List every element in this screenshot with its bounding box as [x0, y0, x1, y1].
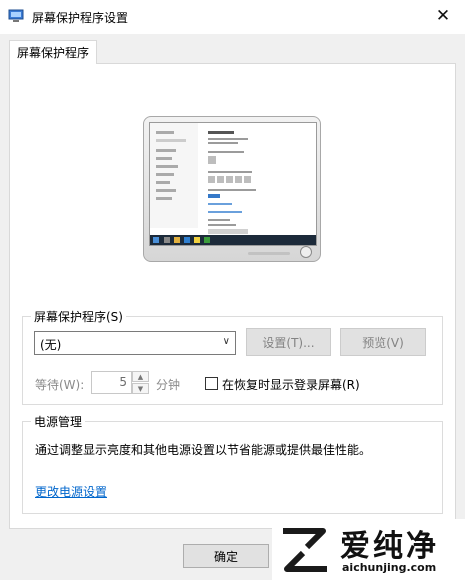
watermark-brand: 爱纯净 [340, 529, 439, 564]
close-button[interactable]: ✕ [421, 0, 465, 32]
power-description: 通过调整显示亮度和其他电源设置以节省能源或提供最佳性能。 [35, 443, 372, 457]
spin-up-button[interactable]: ▲ [132, 371, 149, 382]
caret-up-icon: ▲ [137, 372, 144, 381]
close-icon: ✕ [435, 6, 451, 26]
spin-down-button[interactable]: ▼ [132, 383, 149, 394]
resume-login-checkbox[interactable] [205, 377, 218, 390]
screensaver-select[interactable]: (无) ∨ [34, 331, 236, 355]
wait-label: 等待(W): [35, 378, 85, 392]
settings-button[interactable]: 设置(T)... [246, 328, 331, 356]
change-power-settings-link[interactable]: 更改电源设置 [35, 483, 107, 500]
preview-button[interactable]: 预览(V) [340, 328, 426, 356]
preview-sidebar [150, 123, 198, 228]
screensaver-select-value: (无) [40, 338, 62, 352]
monitor-power-icon [300, 246, 312, 258]
tab-label: 屏幕保护程序 [16, 46, 89, 60]
title-bar: 屏幕保护程序设置 ✕ [0, 0, 465, 34]
wait-minutes-input[interactable]: 5 [91, 371, 132, 394]
ok-button-label: 确定 [213, 549, 238, 564]
chevron-down-icon: ∨ [222, 336, 230, 347]
tab-screensaver[interactable]: 屏幕保护程序 [9, 40, 97, 64]
minute-label: 分钟 [156, 378, 181, 392]
screensaver-app-icon [8, 9, 24, 22]
monitor-slot [248, 252, 290, 255]
settings-button-label: 设置(T)... [262, 335, 315, 350]
window-title: 屏幕保护程序设置 [32, 11, 129, 25]
monitor-preview [143, 116, 321, 262]
brand-logo-icon [283, 528, 327, 572]
caret-down-icon: ▼ [137, 384, 144, 393]
preview-button-label: 预览(V) [362, 335, 404, 350]
watermark-url: aichunjing.com [342, 561, 437, 574]
power-groupbox [22, 421, 443, 514]
screensaver-group-label: 屏幕保护程序(S) [31, 308, 126, 325]
ok-button[interactable]: 确定 [183, 544, 269, 568]
preview-taskbar [150, 235, 316, 245]
resume-login-label[interactable]: 在恢复时显示登录屏幕(R) [222, 376, 360, 393]
watermark: 爱纯净 aichunjing.com [272, 519, 465, 580]
power-group-label: 电源管理 [31, 413, 86, 430]
wait-minutes-value: 5 [119, 375, 127, 389]
monitor-screen [149, 122, 317, 246]
